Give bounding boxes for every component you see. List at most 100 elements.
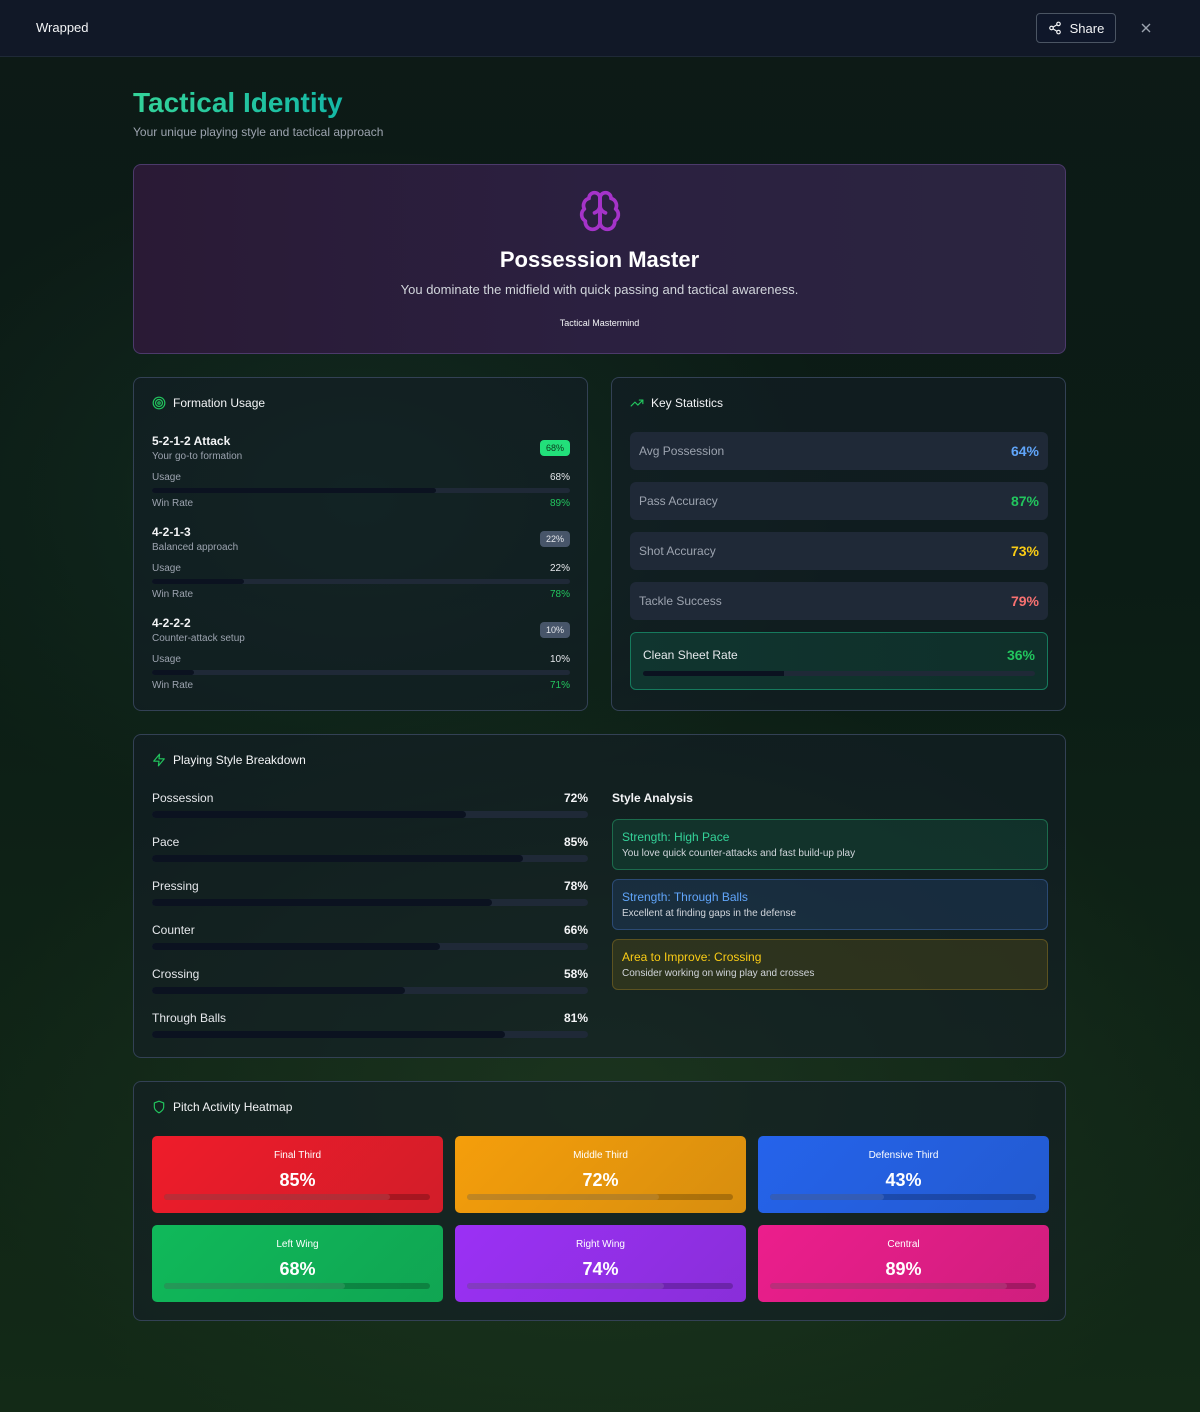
style-bar: [152, 1031, 588, 1038]
heatmap-zone: Defensive Third 43%: [758, 1136, 1049, 1213]
identity-description: You dominate the midfield with quick pas…: [400, 282, 799, 297]
analysis-description: Consider working on wing play and crosse…: [622, 968, 815, 979]
share-button[interactable]: Share: [1036, 13, 1116, 43]
style-analysis-title: Style Analysis: [612, 791, 693, 805]
zone-label: Right Wing: [576, 1239, 625, 1250]
zone-label: Left Wing: [276, 1239, 319, 1250]
brand-title: Wrapped: [36, 20, 89, 35]
usage-bar-fill: [152, 670, 194, 675]
zone-bar: [770, 1283, 1036, 1289]
trending-up-icon: [630, 399, 644, 407]
heatmap-zone: Central 89%: [758, 1225, 1049, 1302]
stat-label: Tackle Success: [639, 594, 722, 608]
formation-description: Counter-attack setup: [152, 633, 245, 644]
usage-value: 22%: [549, 563, 570, 574]
style-value: 58%: [563, 967, 588, 981]
win-rate-label: Win Rate: [152, 680, 194, 691]
style-bar: [152, 855, 588, 862]
zone-bar: [770, 1194, 1036, 1200]
clean-sheet-bar: [643, 671, 1035, 676]
formation-description: Your go-to formation: [152, 451, 243, 462]
clean-sheet-label: Clean Sheet Rate: [643, 648, 738, 662]
heatmap-zone: Right Wing 74%: [455, 1225, 746, 1302]
page-subtitle: Your unique playing style and tactical a…: [133, 125, 384, 139]
style-value: 81%: [563, 1011, 588, 1025]
zone-bar-fill: [467, 1194, 659, 1200]
zone-value: 74%: [582, 1259, 619, 1279]
zone-bar-fill: [770, 1194, 885, 1200]
style-bar: [152, 811, 588, 818]
zone-bar-fill: [164, 1194, 391, 1200]
zone-label: Middle Third: [573, 1150, 628, 1161]
analysis-heading: Strength: High Pace: [622, 830, 730, 844]
style-value: 85%: [563, 835, 588, 849]
target-icon: [152, 396, 166, 410]
style-bar-fill: [152, 899, 493, 906]
stat-row: Avg Possession 64%: [630, 432, 1048, 470]
pitch-heatmap-title: Pitch Activity Heatmap: [173, 1100, 293, 1114]
stat-label: Pass Accuracy: [639, 494, 718, 508]
formation-usage-header: Formation Usage: [152, 396, 265, 410]
style-value: 72%: [563, 791, 588, 805]
style-row: Possession 72%: [152, 791, 588, 819]
usage-bar: [152, 488, 570, 493]
style-label: Pressing: [152, 879, 199, 893]
usage-label: Usage: [152, 654, 181, 665]
style-bar: [152, 987, 588, 994]
share-button-label: Share: [1069, 20, 1105, 36]
style-row: Through Balls 81%: [152, 1011, 588, 1039]
clean-sheet-value: 36%: [1006, 647, 1035, 663]
usage-value: 68%: [549, 472, 570, 483]
win-rate-value: 71%: [549, 680, 570, 691]
pitch-heatmap-header: Pitch Activity Heatmap: [152, 1100, 292, 1114]
zone-value: 72%: [582, 1170, 619, 1190]
style-label: Through Balls: [152, 1011, 227, 1025]
formation-name: 4-2-1-3: [152, 525, 191, 539]
style-bar: [152, 943, 588, 950]
analysis-heading: Area to Improve: Crossing: [622, 950, 762, 964]
zone-value: 85%: [279, 1170, 316, 1190]
usage-bar-fill: [152, 579, 244, 584]
zone-bar: [164, 1194, 430, 1200]
zone-value: 68%: [279, 1259, 316, 1279]
brain-icon: [579, 190, 621, 232]
style-label: Counter: [152, 923, 195, 937]
win-rate-label: Win Rate: [152, 589, 194, 600]
style-row: Crossing 58%: [152, 967, 588, 995]
style-row: Counter 66%: [152, 923, 588, 951]
win-rate-value: 89%: [549, 498, 570, 509]
stat-value: 87%: [1010, 493, 1039, 509]
formation-usage-badge: 68%: [539, 440, 570, 456]
stat-row: Tackle Success 79%: [630, 582, 1048, 620]
formation-usage-title: Formation Usage: [173, 396, 266, 410]
zone-value: 89%: [885, 1259, 922, 1279]
formation-item: 4-2-1-3 Balanced approach 22% Usage 22% Win R…: [152, 525, 570, 605]
heatmap-zone: Final Third 85%: [152, 1136, 443, 1213]
analysis-heading: Strength: Through Balls: [622, 890, 748, 904]
style-row: Pressing 78%: [152, 879, 588, 907]
style-analysis-item: Strength: High Pace You love quick counte…: [612, 819, 1048, 870]
style-value: 78%: [563, 879, 588, 893]
playing-style-card: Playing Style Breakdown Possession 72% Pac…: [133, 734, 1066, 1058]
win-rate-value: 78%: [549, 589, 570, 600]
clean-sheet-row: Clean Sheet Rate 36%: [630, 632, 1048, 690]
zone-bar-fill: [770, 1283, 1007, 1289]
zone-bar: [467, 1194, 733, 1200]
style-bar-fill: [152, 855, 523, 862]
formation-usage-badge: 10%: [539, 622, 570, 638]
close-icon[interactable]: [1138, 20, 1154, 36]
formation-usage-card: Formation Usage 5-2-1-2 Attack Your go-to…: [133, 377, 588, 711]
zone-bar: [164, 1283, 430, 1289]
style-label: Crossing: [152, 967, 200, 981]
usage-value: 10%: [549, 654, 570, 665]
heatmap-zone: Middle Third 72%: [455, 1136, 746, 1213]
key-statistics-header: Key Statistics: [630, 396, 723, 410]
shield-icon: [153, 1100, 165, 1114]
stat-value: 79%: [1010, 593, 1039, 609]
win-rate-label: Win Rate: [152, 498, 194, 509]
style-bar-fill: [152, 1031, 506, 1038]
formation-name: 5-2-1-2 Attack: [152, 434, 231, 448]
style-bar-fill: [152, 811, 466, 818]
usage-bar-fill: [152, 488, 437, 493]
formation-description: Balanced approach: [152, 542, 239, 553]
